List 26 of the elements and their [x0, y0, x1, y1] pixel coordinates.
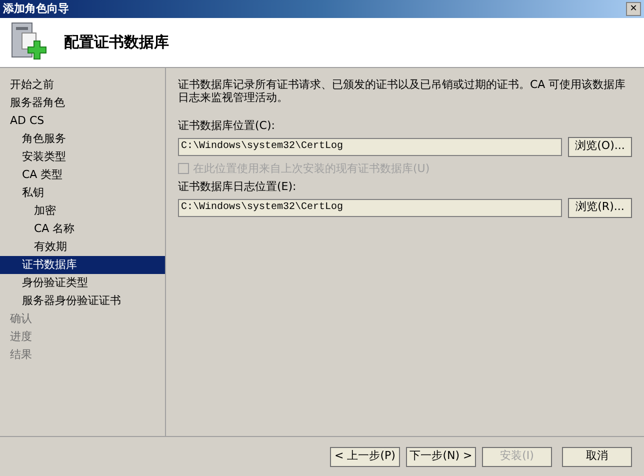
- sidebar-item[interactable]: 身份验证类型: [0, 274, 165, 292]
- page-title: 配置证书数据库: [64, 32, 169, 54]
- wizard-button[interactable]: 下一步(N) >: [406, 446, 476, 466]
- sidebar-item[interactable]: AD CS: [0, 112, 165, 130]
- input-field[interactable]: C:\Windows\system32\CertLog: [178, 198, 562, 216]
- field-label: 证书数据库日志位置(E):: [178, 179, 298, 195]
- sidebar-item[interactable]: CA 名称: [0, 220, 165, 238]
- sidebar-item[interactable]: 服务器角色: [0, 94, 165, 112]
- sidebar-item[interactable]: 开始之前: [0, 76, 165, 94]
- browse-button[interactable]: 浏览(R)...: [568, 198, 632, 218]
- input-field[interactable]: C:\Windows\system32\CertLog: [178, 138, 562, 156]
- field-label: 证书数据库位置(C):: [178, 118, 276, 134]
- window-title: 添加角色向导: [3, 0, 69, 17]
- wizard-button[interactable]: < 上一步(P): [330, 446, 400, 466]
- sidebar-item[interactable]: 证书数据库: [0, 256, 165, 274]
- sidebar-item[interactable]: 有效期: [0, 238, 165, 256]
- sidebar-item[interactable]: 安装类型: [0, 148, 165, 166]
- close-button[interactable]: ✕: [626, 2, 641, 16]
- sidebar-item[interactable]: 角色服务: [0, 130, 165, 148]
- sidebar-item[interactable]: CA 类型: [0, 166, 165, 184]
- sidebar-item[interactable]: 加密: [0, 202, 165, 220]
- sidebar-item[interactable]: 私钥: [0, 184, 165, 202]
- browse-button[interactable]: 浏览(O)...: [568, 136, 632, 156]
- sidebar-item[interactable]: 服务器身份验证证书: [0, 292, 165, 310]
- wizard-button[interactable]: 取消: [562, 446, 632, 466]
- description-text: 证书数据库记录所有证书请求、已颁发的证书以及已吊销或过期的证书。CA 可使用该数据库日志来监视管理活动。: [178, 78, 627, 104]
